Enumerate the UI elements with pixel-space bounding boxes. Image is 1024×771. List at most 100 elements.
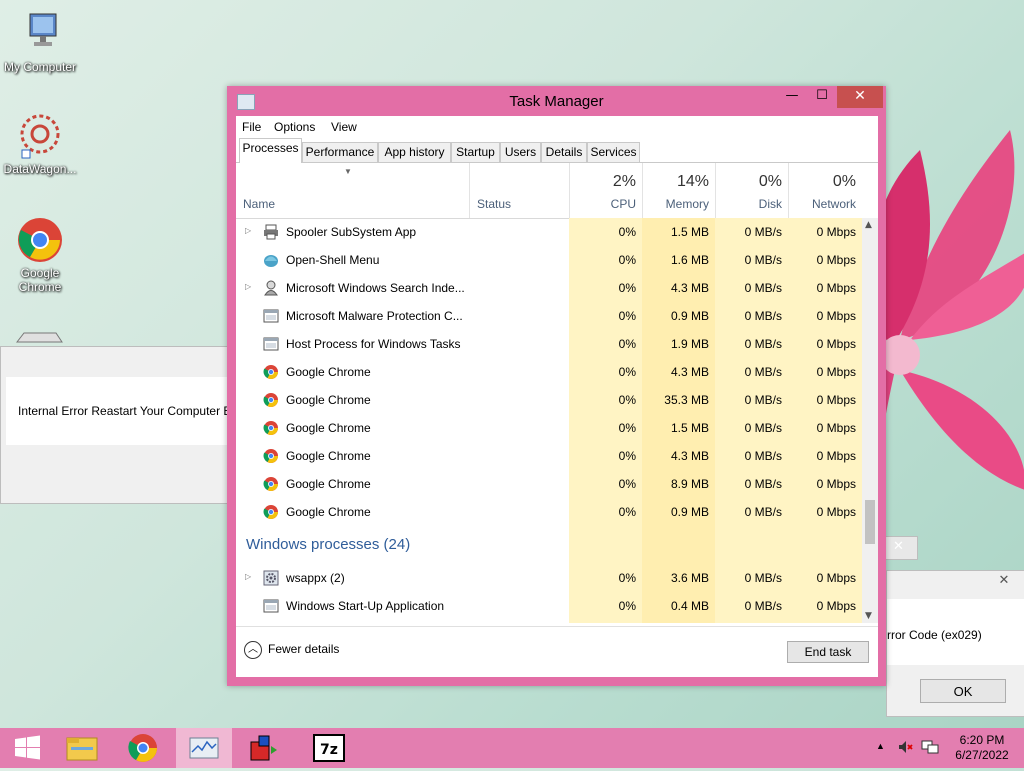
network-icon[interactable]: [921, 739, 939, 758]
desktop-icon-label: My Computer: [3, 60, 77, 74]
tab-startup[interactable]: Startup: [451, 142, 500, 162]
taskbar-file-explorer[interactable]: [54, 728, 110, 768]
tab-app-history[interactable]: App history: [378, 142, 451, 162]
process-disk: 0 MB/s: [744, 393, 782, 407]
close-icon[interactable]: ✕: [893, 539, 904, 554]
datawagon-icon: [16, 112, 64, 160]
process-disk: 0 MB/s: [744, 477, 782, 491]
start-button[interactable]: [0, 728, 56, 768]
close-button[interactable]: ✕: [837, 86, 883, 108]
gear-icon: [263, 570, 279, 586]
fewer-details-link[interactable]: ︿ Fewer details: [244, 641, 339, 659]
process-row[interactable]: Google Chrome 0% 4.3 MB 0 MB/s 0 Mbps: [236, 358, 862, 386]
menu-options[interactable]: Options: [274, 120, 315, 134]
column-name[interactable]: ▼ Name: [236, 163, 469, 218]
process-row[interactable]: ▷ Microsoft Windows Search Inde... 0% 4.3 M…: [236, 274, 862, 302]
tab-details[interactable]: Details: [541, 142, 587, 162]
process-disk: 0 MB/s: [744, 281, 782, 295]
process-name: Microsoft Windows Search Inde...: [286, 281, 465, 295]
column-status[interactable]: Status: [469, 163, 569, 218]
speaker-muted-icon[interactable]: [897, 739, 913, 758]
process-mem: 1.6 MB: [670, 253, 709, 267]
desktop-icon-my-computer[interactable]: My Computer: [0, 10, 80, 74]
7zip-icon: 7z: [313, 734, 345, 762]
process-cpu: 0%: [618, 253, 636, 267]
end-task-button[interactable]: End task: [787, 641, 869, 663]
process-cpu: 0%: [618, 225, 636, 239]
search-indexer-icon: [263, 280, 279, 296]
ok-button[interactable]: OK: [920, 679, 1006, 703]
process-row[interactable]: Google Chrome 0% 1.5 MB 0 MB/s 0 Mbps: [236, 414, 862, 442]
error-dialog: Internal Error Reastart Your Computer Er: [0, 346, 235, 504]
process-name: Microsoft Malware Protection C...: [286, 309, 463, 323]
menu-bar: File Options View: [236, 116, 878, 138]
taskbar-setup[interactable]: [237, 728, 293, 768]
chrome-icon: [263, 504, 279, 520]
process-net: 0 Mbps: [816, 393, 856, 407]
process-row[interactable]: ▷ wsappx (2) 0% 3.6 MB 0 MB/s 0 Mbps: [236, 564, 862, 592]
close-button[interactable]: ✕: [988, 571, 1020, 591]
column-network[interactable]: 0% Network: [788, 163, 862, 218]
column-disk[interactable]: 0% Disk: [715, 163, 788, 218]
process-name: Google Chrome: [286, 393, 371, 407]
taskbar-chrome[interactable]: [115, 728, 171, 768]
task-manager-client: File Options View Processes Performance …: [236, 116, 878, 677]
process-row[interactable]: Windows Start-Up Application 0% 0.4 MB 0 MB…: [236, 592, 862, 620]
process-name: Windows Start-Up Application: [286, 599, 445, 613]
scroll-thumb[interactable]: [865, 500, 875, 544]
window-icon: [263, 336, 279, 352]
process-disk: 0 MB/s: [744, 337, 782, 351]
menu-view[interactable]: View: [331, 120, 357, 134]
process-name: Spooler SubSystem App: [286, 225, 417, 239]
tab-processes[interactable]: Processes: [239, 138, 302, 163]
process-row-partial[interactable]: [236, 620, 862, 623]
vertical-scrollbar[interactable]: ▲ ▼: [862, 218, 878, 623]
show-hidden-icons-icon[interactable]: ▲: [876, 741, 885, 751]
process-row[interactable]: ▷ Spooler SubSystem App 0% 1.5 MB 0 MB/s 0 Mb…: [236, 218, 862, 246]
taskbar-7zip[interactable]: 7z: [300, 728, 356, 768]
taskbar-task-manager[interactable]: [176, 728, 232, 768]
process-net: 0 Mbps: [816, 337, 856, 351]
process-name: Google Chrome: [286, 449, 371, 463]
minimize-button[interactable]: —: [779, 86, 805, 108]
process-cpu: 0%: [618, 599, 636, 613]
process-cpu: 0%: [618, 337, 636, 351]
process-mem: 35.3 MB: [664, 393, 709, 407]
tab-performance[interactable]: Performance: [302, 142, 378, 162]
clock-date: 6/27/2022: [955, 748, 1009, 762]
process-disk: 0 MB/s: [744, 309, 782, 323]
desktop-icon-chrome[interactable]: Google Chrome: [0, 216, 80, 294]
column-memory[interactable]: 14% Memory: [642, 163, 715, 218]
process-cpu: 0%: [618, 281, 636, 295]
process-row[interactable]: Google Chrome 0% 0.9 MB 0 MB/s 0 Mbps: [236, 498, 862, 526]
process-list: ▷ Spooler SubSystem App 0% 1.5 MB 0 MB/s 0 Mb…: [236, 218, 862, 623]
scroll-down-icon[interactable]: ▼: [865, 611, 872, 621]
desktop-icon-datawagon[interactable]: DataWagon...: [0, 112, 80, 176]
process-row[interactable]: Google Chrome 0% 8.9 MB 0 MB/s 0 Mbps: [236, 470, 862, 498]
process-row[interactable]: Google Chrome 0% 35.3 MB 0 MB/s 0 Mbps: [236, 386, 862, 414]
process-net: 0 Mbps: [816, 253, 856, 267]
error-dialog-message: Internal Error Reastart Your Computer Er: [18, 404, 236, 418]
column-cpu[interactable]: 2% CPU: [569, 163, 642, 218]
tab-strip: Processes Performance App history Startu…: [236, 138, 878, 163]
scroll-up-icon[interactable]: ▲: [865, 220, 872, 230]
taskbar: 7z ▲ 6:20 PM 6/27/2022: [0, 728, 1024, 768]
expand-arrow-icon[interactable]: ▷: [245, 226, 251, 235]
expand-arrow-icon[interactable]: ▷: [245, 282, 251, 291]
clock[interactable]: 6:20 PM 6/27/2022: [948, 733, 1016, 763]
menu-file[interactable]: File: [242, 120, 261, 134]
sort-arrow-icon: ▼: [344, 167, 352, 176]
title-bar[interactable]: Task Manager — ☐ ✕: [227, 86, 886, 116]
process-name: Google Chrome: [286, 421, 371, 435]
process-row[interactable]: Host Process for Windows Tasks 0% 1.9 MB 0 …: [236, 330, 862, 358]
expand-arrow-icon[interactable]: ▷: [245, 572, 251, 581]
process-net: 0 Mbps: [816, 225, 856, 239]
process-row[interactable]: Google Chrome 0% 4.3 MB 0 MB/s 0 Mbps: [236, 442, 862, 470]
chrome-icon: [263, 420, 279, 436]
window-icon: [263, 308, 279, 324]
tab-services[interactable]: Services: [587, 142, 640, 162]
maximize-button[interactable]: ☐: [809, 86, 835, 108]
tab-users[interactable]: Users: [500, 142, 541, 162]
process-row[interactable]: Open-Shell Menu 0% 1.6 MB 0 MB/s 0 Mbps: [236, 246, 862, 274]
process-row[interactable]: Microsoft Malware Protection C... 0% 0.9 M…: [236, 302, 862, 330]
